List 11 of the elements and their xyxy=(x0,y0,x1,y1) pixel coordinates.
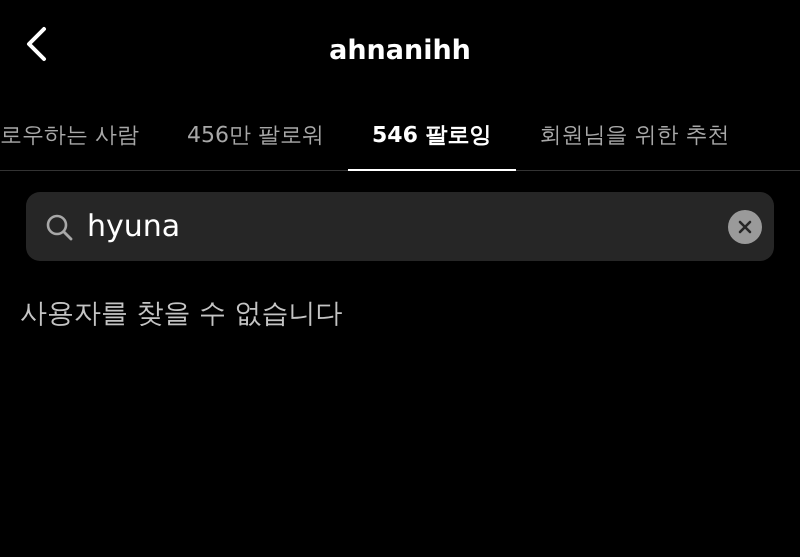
profile-username: ahnanihh xyxy=(329,34,471,66)
no-results-message: 사용자를 찾을 수 없습니다 xyxy=(20,297,344,331)
search-icon xyxy=(45,212,73,240)
tab[interactable]: 546 팔로잉 xyxy=(348,100,516,171)
search-field[interactable]: hyuna xyxy=(26,192,774,261)
close-icon xyxy=(738,220,752,234)
tab[interactable]: 로우하는 사람 xyxy=(0,100,163,171)
clear-button[interactable] xyxy=(728,210,762,244)
search-input[interactable]: hyuna xyxy=(87,209,714,244)
tab[interactable]: 456만 팔로워 xyxy=(163,100,348,171)
tab[interactable]: 회원님을 위한 추천 xyxy=(516,100,754,171)
